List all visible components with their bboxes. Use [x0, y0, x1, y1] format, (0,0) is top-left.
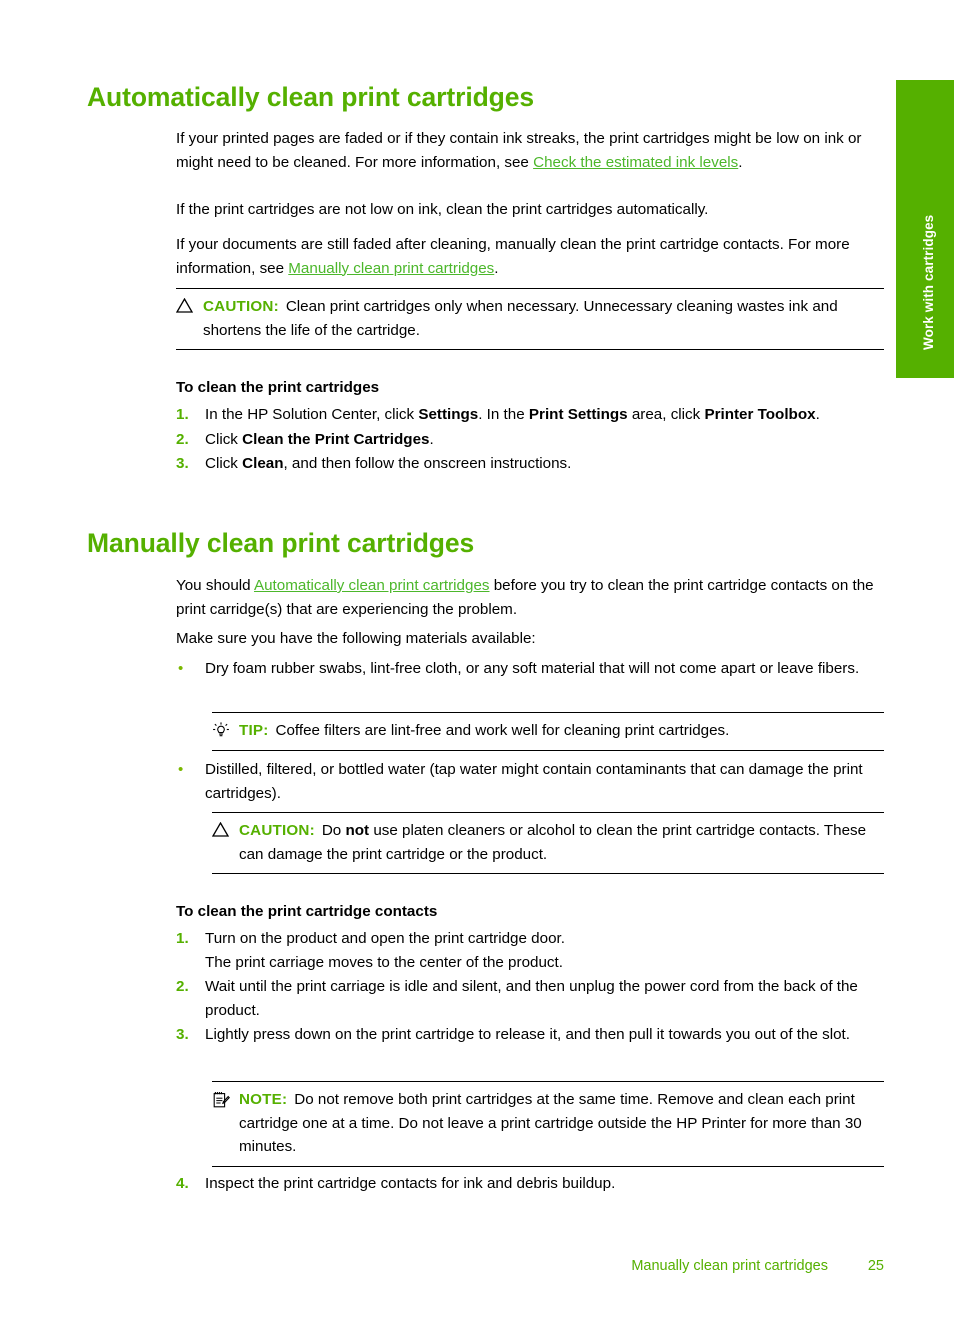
para-text: You should [176, 577, 254, 594]
chapter-tab-label: Work with cartridges [921, 214, 936, 350]
step-text: Click [205, 455, 243, 472]
step-number: 1. [176, 406, 189, 423]
step-item: 3. Lightly press down on the print cartri… [176, 1023, 884, 1047]
caution-box-1-body: CAUTION: Clean print cartridges only when… [203, 295, 884, 342]
link-manually-clean-print-cartridges[interactable]: Manually clean print cartridges [288, 260, 494, 277]
heading-automatically-clean: Automatically clean print cartridges [87, 82, 535, 112]
step-substep: The print carriage moves to the center o… [205, 953, 563, 971]
tip-text: Coffee filters are lint-free and work we… [275, 722, 730, 739]
step-text: . [429, 430, 434, 448]
step-text: Turn on the product and open the print c… [205, 930, 565, 947]
step-text: Wait until the print carriage is idle an… [205, 978, 858, 1019]
caution-bold: not [345, 822, 370, 839]
step-number: 3. [176, 1026, 189, 1043]
para-text: If your documents are still faded after … [176, 236, 850, 277]
step-bold: Clean the Print Cartridges [242, 430, 430, 448]
note-pad-icon [212, 1088, 239, 1109]
procedure-title-clean-contacts: To clean the print cartridge contacts [176, 903, 438, 920]
step-text: Lightly press down on the print cartridg… [205, 1026, 850, 1043]
caution-triangle-icon [212, 819, 239, 837]
list-item: • Distilled, filtered, or bottled water (… [176, 758, 884, 805]
paragraph-intro-1: If your printed pages are faded or if th… [176, 127, 884, 174]
step-bold: Printer Toolbox [704, 406, 816, 423]
bullet-icon: • [178, 660, 184, 677]
caution-box-2: CAUTION: Do not use platen cleaners or al… [212, 812, 884, 874]
caution-text: Do [321, 822, 346, 839]
step-item: 1. Turn on the product and open the print… [176, 927, 884, 974]
footer-page-number: 25 [867, 1258, 884, 1274]
caution-box-1: CAUTION: Clean print cartridges only when… [176, 288, 884, 350]
caution-keyword: CAUTION: [239, 822, 315, 839]
step-bold: Print Settings [528, 406, 628, 423]
caution-box-2-body: CAUTION: Do not use platen cleaners or al… [239, 819, 884, 866]
steps-clean-print-cartridges: 1. In the HP Solution Center, click Setti… [176, 403, 884, 477]
caution-triangle-icon [176, 295, 203, 313]
document-page: Work with cartridges Automatically clean… [0, 0, 954, 1321]
para-text: If your printed pages are faded or if th… [176, 130, 862, 171]
step-number: 3. [176, 455, 189, 472]
note-box-body: NOTE: Do not remove both print cartridges… [239, 1088, 884, 1159]
step-number: 2. [176, 978, 189, 995]
para-text: If the print cartridges are not low on i… [176, 201, 709, 218]
steps-clean-cartridge-contacts-part1: 1. Turn on the product and open the print… [176, 927, 884, 1048]
page-footer: Manually clean print cartridges 25 [0, 1258, 884, 1274]
step-text: , and then follow the onscreen instructi… [283, 455, 572, 472]
step-item: 4. Inspect the print cartridge contacts f… [176, 1172, 884, 1196]
step-number: 2. [176, 430, 189, 448]
step-text: . [815, 406, 820, 423]
tip-box: TIP: Coffee filters are lint-free and wor… [212, 712, 884, 751]
para-text-tail: . [494, 259, 499, 277]
step-bold: Clean [242, 455, 284, 472]
heading-manually-clean: Manually clean print cartridges [87, 528, 475, 558]
paragraph-intro-3: If your documents are still faded after … [176, 233, 884, 280]
footer-title: Manually clean print cartridges [631, 1258, 828, 1274]
paragraph-materials-lead: Make sure you have the following materia… [176, 627, 884, 651]
note-text: Do not remove both print cartridges at t… [239, 1091, 862, 1155]
step-text: Inspect the print cartridge contacts for… [205, 1175, 616, 1192]
step-text: area, click [627, 406, 705, 423]
step-bold: Settings [418, 406, 479, 423]
step-number: 4. [176, 1175, 189, 1192]
caution-text: Clean print cartridges only when necessa… [203, 298, 838, 339]
para-text-tail: . [738, 153, 743, 171]
list-item-text: Distilled, filtered, or bottled water (t… [205, 761, 863, 802]
link-check-estimated-ink-levels[interactable]: Check the estimated ink levels [533, 154, 738, 171]
paragraph-manual-intro: You should Automatically clean print car… [176, 574, 884, 621]
steps-clean-cartridge-contacts-part2: 4. Inspect the print cartridge contacts f… [176, 1172, 884, 1197]
caution-keyword: CAUTION: [203, 298, 279, 315]
list-item-text: Dry foam rubber swabs, lint-free cloth, … [205, 660, 860, 677]
step-item: 2. Wait until the print carriage is idle … [176, 975, 884, 1022]
chapter-tab: Work with cartridges [896, 80, 954, 378]
para-text: Make sure you have the following materia… [176, 630, 536, 647]
note-box: NOTE: Do not remove both print cartridges… [212, 1081, 884, 1167]
step-item: 1. In the HP Solution Center, click Setti… [176, 403, 884, 427]
tip-keyword: TIP: [239, 722, 269, 739]
step-item: 3. Click Clean, and then follow the onscr… [176, 452, 884, 476]
procedure-title-clean-cartridges: To clean the print cartridges [176, 379, 380, 396]
step-text: . In the [478, 406, 529, 423]
list-item: • Dry foam rubber swabs, lint-free cloth,… [176, 657, 884, 681]
link-automatically-clean-print-cartridges[interactable]: Automatically clean print cartridges [254, 577, 490, 594]
tip-box-body: TIP: Coffee filters are lint-free and wor… [239, 719, 884, 743]
paragraph-intro-2: If the print cartridges are not low on i… [176, 198, 884, 222]
note-keyword: NOTE: [239, 1091, 288, 1108]
lightbulb-tip-icon [212, 719, 239, 739]
step-number: 1. [176, 930, 189, 947]
step-text: Click [205, 430, 243, 448]
materials-list-2: • Distilled, filtered, or bottled water (… [176, 758, 884, 805]
materials-list-1: • Dry foam rubber swabs, lint-free cloth,… [176, 657, 884, 681]
step-text: In the HP Solution Center, click [205, 406, 419, 423]
step-item: 2. Click Clean the Print Cartridges. [176, 428, 884, 452]
bullet-icon: • [178, 761, 184, 778]
